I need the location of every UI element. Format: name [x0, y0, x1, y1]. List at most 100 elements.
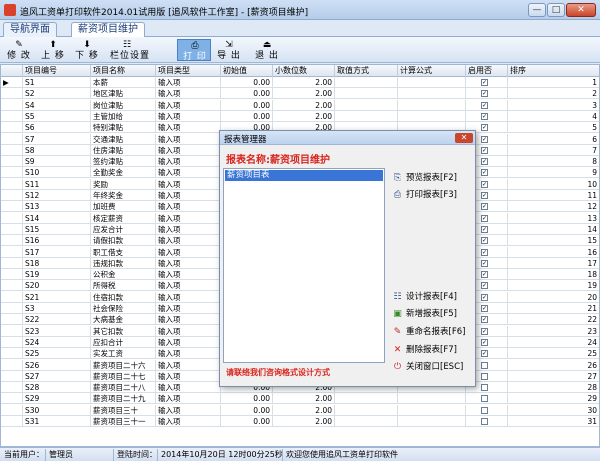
item-type-cell[interactable]: 输入项 [156, 212, 221, 224]
preview-report-button[interactable]: ⎘ 预览报表[F2] [390, 171, 472, 186]
move-down-button[interactable]: ⬇ 下 移 [70, 39, 104, 61]
col-value-method-header[interactable]: 取值方式 [335, 65, 398, 77]
value-method-cell[interactable] [335, 416, 398, 427]
item-type-cell[interactable]: 输入项 [156, 314, 221, 326]
item-type-cell[interactable]: 输入项 [156, 110, 221, 122]
enabled-checkbox[interactable]: ✓ [481, 350, 488, 358]
value-method-cell[interactable] [335, 77, 398, 88]
item-name-cell[interactable]: 请假扣款 [91, 235, 156, 247]
enabled-checkbox[interactable]: ✓ [481, 90, 488, 98]
sort-cell[interactable]: 15 [508, 235, 599, 247]
sort-cell[interactable]: 29 [508, 393, 599, 405]
sort-cell[interactable]: 28 [508, 382, 599, 394]
item-code-cell[interactable]: S21 [23, 291, 91, 303]
move-up-button[interactable]: ⬆ 上 移 [36, 39, 70, 61]
item-type-cell[interactable]: 输入项 [156, 404, 221, 416]
item-code-cell[interactable]: S1 [23, 77, 91, 88]
column-settings-button[interactable]: ☷ 栏位设置 [110, 39, 149, 61]
item-code-cell[interactable]: S2 [23, 88, 91, 100]
sort-cell[interactable]: 11 [508, 190, 599, 201]
item-name-cell[interactable]: 薪资项目三十一 [91, 416, 156, 427]
sort-cell[interactable]: 5 [508, 122, 599, 134]
sort-cell[interactable]: 1 [508, 77, 599, 88]
table-row[interactable]: S5 主管加给 输入项 0.00 2.00 ✓ 4 [1, 110, 599, 122]
enabled-checkbox-cell[interactable] [466, 416, 508, 427]
exit-button[interactable]: ⏏ 退 出 [250, 39, 284, 61]
sort-cell[interactable]: 18 [508, 269, 599, 281]
item-type-cell[interactable]: 输入项 [156, 359, 221, 371]
report-list[interactable]: 薪资项目表 [223, 168, 385, 363]
initial-value-cell[interactable]: 0.00 [221, 404, 273, 416]
sort-cell[interactable]: 21 [508, 303, 599, 314]
close-window-button[interactable]: ⏻ 关闭窗口[ESC] [390, 360, 472, 375]
col-formula-header[interactable]: 计算公式 [398, 65, 466, 77]
item-name-cell[interactable]: 大病基金 [91, 314, 156, 326]
edit-button[interactable]: ✎ 修 改 [2, 39, 36, 61]
enabled-checkbox-cell[interactable]: ✓ [466, 88, 508, 100]
item-name-cell[interactable]: 特别津贴 [91, 122, 156, 134]
item-code-cell[interactable]: S7 [23, 133, 91, 145]
item-type-cell[interactable]: 输入项 [156, 122, 221, 134]
item-code-cell[interactable]: S6 [23, 122, 91, 134]
minimize-button[interactable]: — [528, 3, 546, 17]
item-code-cell[interactable]: S27 [23, 370, 91, 382]
sort-cell[interactable]: 19 [508, 280, 599, 292]
enabled-checkbox[interactable]: ✓ [481, 79, 488, 86]
enabled-checkbox[interactable] [481, 384, 488, 392]
item-type-cell[interactable]: 输入项 [156, 235, 221, 247]
sort-cell[interactable]: 2 [508, 88, 599, 100]
sort-cell[interactable]: 12 [508, 201, 599, 213]
sort-cell[interactable]: 22 [508, 314, 599, 326]
initial-value-cell[interactable]: 0.00 [221, 88, 273, 100]
item-name-cell[interactable]: 交通津贴 [91, 133, 156, 145]
enabled-checkbox[interactable] [481, 372, 488, 380]
item-code-cell[interactable]: S3 [23, 303, 91, 314]
sort-cell[interactable]: 9 [508, 167, 599, 179]
enabled-checkbox[interactable]: ✓ [481, 259, 488, 267]
item-name-cell[interactable]: 实发工资 [91, 348, 156, 360]
enabled-checkbox[interactable]: ✓ [481, 237, 488, 245]
item-code-cell[interactable]: S28 [23, 382, 91, 394]
decimals-cell[interactable]: 2.00 [273, 416, 335, 427]
tab-navigation[interactable]: 导航界面 [3, 22, 57, 37]
formula-cell[interactable] [398, 99, 466, 111]
delete-report-button[interactable]: ✕ 删除报表[F7] [390, 343, 472, 358]
item-code-cell[interactable]: S22 [23, 314, 91, 326]
item-code-cell[interactable]: S8 [23, 144, 91, 156]
enabled-checkbox[interactable]: ✓ [481, 146, 488, 154]
sort-cell[interactable]: 26 [508, 360, 599, 371]
item-type-cell[interactable]: 输入项 [156, 223, 221, 235]
item-type-cell[interactable]: 输入项 [156, 280, 221, 292]
decimals-cell[interactable]: 2.00 [273, 99, 335, 111]
value-method-cell[interactable] [335, 404, 398, 416]
item-name-cell[interactable]: 本薪 [91, 77, 156, 88]
item-type-cell[interactable]: 输入项 [156, 382, 221, 394]
item-type-cell[interactable]: 输入项 [156, 257, 221, 269]
dialog-close-button[interactable]: ✕ [455, 133, 473, 143]
enabled-checkbox[interactable]: ✓ [481, 101, 488, 109]
sort-cell[interactable]: 30 [508, 405, 599, 416]
col-item-code-header[interactable]: 项目编号 [23, 65, 91, 77]
enabled-checkbox[interactable]: ✓ [481, 112, 488, 120]
item-name-cell[interactable]: 薪资项目三十 [91, 404, 156, 416]
table-row[interactable]: S29 薪资项目二十九 输入项 0.00 2.00 29 [1, 393, 599, 405]
report-list-item[interactable]: 薪资项目表 [225, 170, 383, 181]
tab-salary-items[interactable]: 薪资项目维护 [71, 22, 145, 37]
sort-cell[interactable]: 8 [508, 156, 599, 168]
sort-cell[interactable]: 17 [508, 258, 599, 269]
enabled-checkbox[interactable]: ✓ [481, 338, 488, 346]
decimals-cell[interactable]: 2.00 [273, 77, 335, 88]
item-name-cell[interactable]: 年终奖金 [91, 190, 156, 201]
item-code-cell[interactable]: S31 [23, 416, 91, 427]
item-code-cell[interactable]: S5 [23, 110, 91, 122]
enabled-checkbox[interactable]: ✓ [481, 248, 488, 256]
value-method-cell[interactable] [335, 99, 398, 111]
enabled-checkbox[interactable] [481, 361, 488, 369]
initial-value-cell[interactable]: 0.00 [221, 393, 273, 405]
formula-cell[interactable] [398, 404, 466, 416]
enabled-checkbox[interactable] [481, 406, 488, 414]
item-type-cell[interactable]: 输入项 [156, 269, 221, 281]
item-name-cell[interactable]: 住房津贴 [91, 144, 156, 156]
formula-cell[interactable] [398, 110, 466, 122]
sort-cell[interactable]: 31 [508, 416, 599, 427]
